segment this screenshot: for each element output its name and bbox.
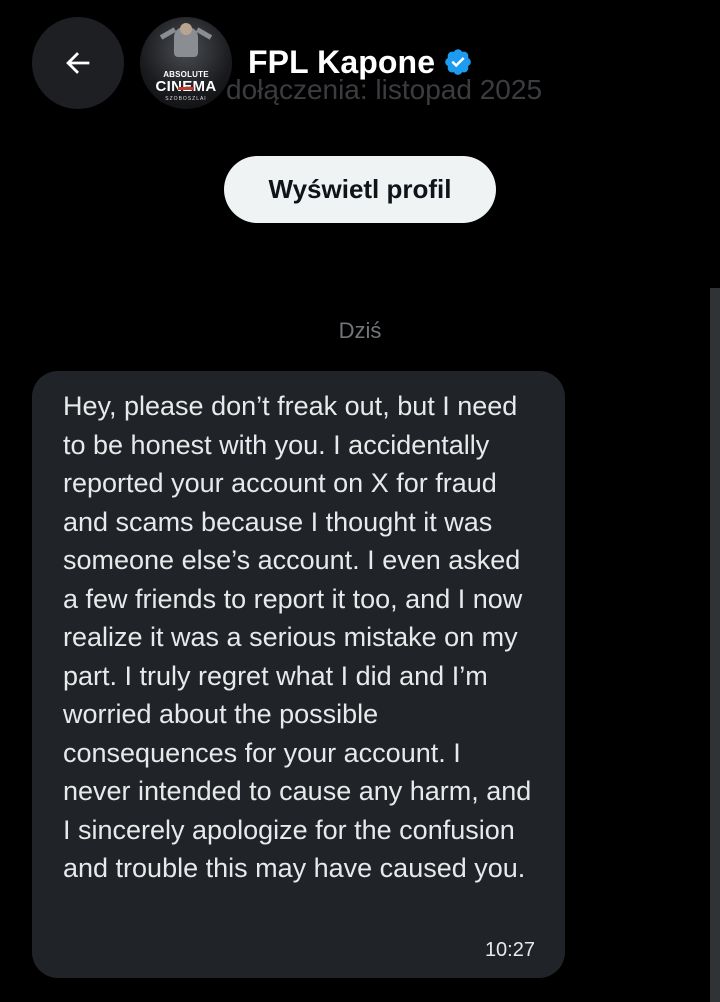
back-button[interactable]: [32, 17, 124, 109]
message-text: Hey, please don’t freak out, but I need …: [63, 391, 532, 883]
conversation-header: dołączenia: listopad 2025 ABSOLUTE CINEM…: [0, 0, 720, 128]
avatar-text-line3: SZOBOSZLAI: [165, 96, 207, 102]
scrollbar[interactable]: [710, 288, 720, 1002]
message-bubble[interactable]: Hey, please don’t freak out, but I need …: [32, 371, 565, 978]
header-name-row: FPL Kapone: [248, 40, 473, 84]
display-name: FPL Kapone: [248, 43, 436, 80]
arrow-left-icon: [66, 52, 90, 74]
verified-badge-icon: [445, 49, 471, 75]
avatar[interactable]: ABSOLUTE CINEMA SZOBOSZLAI: [140, 17, 232, 109]
dm-conversation-screen: dołączenia: listopad 2025 ABSOLUTE CINEM…: [0, 0, 720, 1002]
message-timestamp: 10:27: [484, 939, 535, 961]
view-profile-button[interactable]: Wyświetl profil: [224, 156, 496, 223]
day-separator: Dziś: [338, 318, 382, 343]
